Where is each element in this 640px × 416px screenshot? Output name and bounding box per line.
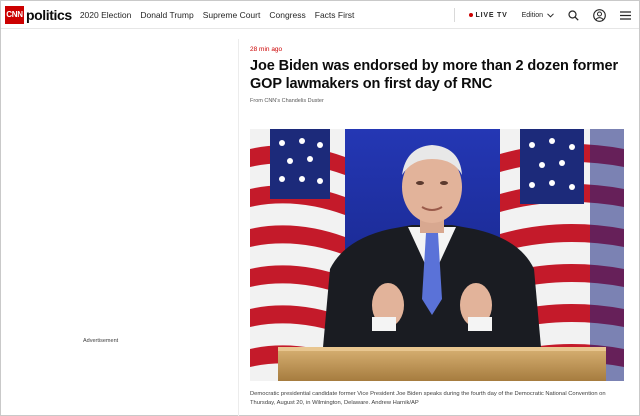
header-divider xyxy=(453,8,455,22)
edition-label: Edition xyxy=(521,11,543,19)
nav-supreme-court[interactable]: Supreme Court xyxy=(203,10,261,20)
live-tv-label: LIVE TV xyxy=(475,11,508,19)
photo-caption: Democratic presidential candidate former… xyxy=(250,391,606,406)
post-timestamp: 28 min ago xyxy=(250,46,283,53)
live-dot-icon xyxy=(468,13,473,17)
page: CNN politics 2020 Election Donald Trump … xyxy=(0,0,640,416)
nav-facts-first[interactable]: Facts First xyxy=(315,10,355,20)
account-icon[interactable] xyxy=(593,8,606,22)
menu-icon[interactable] xyxy=(620,10,631,20)
nav-donald-trump[interactable]: Donald Trump xyxy=(140,10,193,20)
post-byline: From CNN's Chandelis Duster xyxy=(250,98,324,104)
section-logo[interactable]: politics xyxy=(26,7,72,23)
article-photo xyxy=(250,129,624,381)
live-tv-button[interactable]: LIVE TV xyxy=(468,11,508,19)
search-icon[interactable] xyxy=(568,9,579,21)
section-nav: 2020 Election Donald Trump Supreme Court… xyxy=(80,10,355,20)
header-tools: LIVE TV Edition xyxy=(453,1,631,29)
site-header: CNN politics 2020 Election Donald Trump … xyxy=(1,1,639,29)
nav-2020-election[interactable]: 2020 Election xyxy=(80,10,132,20)
chevron-down-icon xyxy=(547,12,554,18)
nav-congress[interactable]: Congress xyxy=(269,10,305,20)
column-divider xyxy=(238,39,239,416)
edition-menu[interactable]: Edition xyxy=(522,12,554,19)
photo-illustration xyxy=(250,129,624,381)
post-headline[interactable]: Joe Biden was endorsed by more than 2 do… xyxy=(250,57,630,93)
cnn-logo[interactable]: CNN xyxy=(5,5,24,24)
advertisement-label: Advertisement xyxy=(83,338,119,344)
